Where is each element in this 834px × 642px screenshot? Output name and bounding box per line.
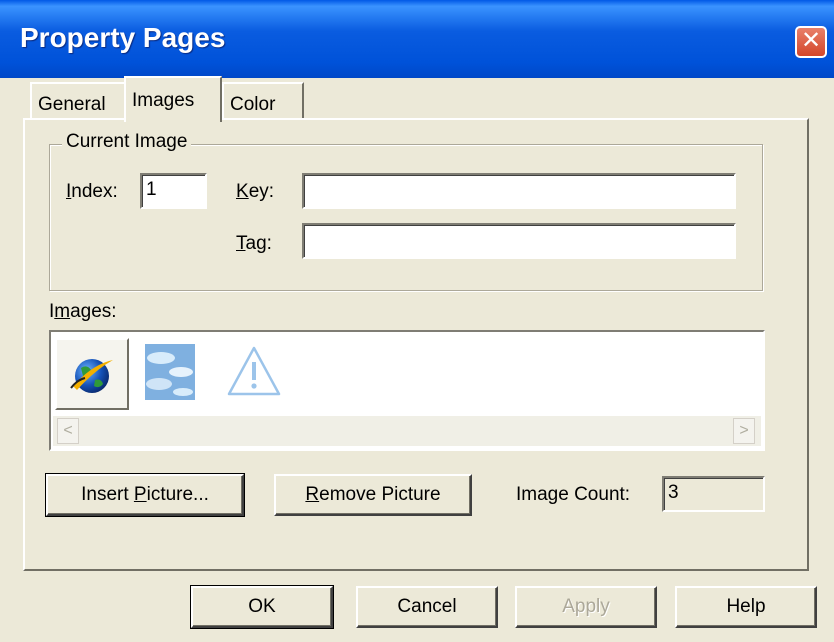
current-image-group [49, 144, 763, 291]
tab-color[interactable]: Color [222, 82, 304, 119]
image-item-clouds[interactable] [133, 338, 207, 410]
cancel-button[interactable]: Cancel [356, 586, 498, 628]
images-scrollbar[interactable]: < > [53, 416, 761, 446]
tab-images[interactable]: Images [124, 76, 222, 122]
key-field[interactable] [302, 173, 736, 209]
current-image-group-label: Current Image [62, 131, 192, 153]
image-item-warning[interactable] [221, 338, 295, 410]
warning-icon [227, 346, 281, 396]
tag-field[interactable] [302, 223, 736, 259]
window-title: Property Pages [20, 22, 226, 53]
index-label: Index: [66, 181, 118, 202]
images-list[interactable]: < > [49, 330, 765, 451]
clouds-icon [145, 344, 195, 400]
tab-general[interactable]: General [30, 82, 128, 119]
insert-picture-button[interactable]: Insert Picture... [45, 473, 245, 517]
image-count-field: 3 [662, 476, 765, 512]
scroll-right-button[interactable]: > [733, 418, 755, 444]
image-item-globe[interactable] [55, 338, 129, 410]
images-label: Images: [49, 301, 117, 322]
scroll-left-button[interactable]: < [57, 418, 79, 444]
globe-icon [70, 359, 113, 393]
close-button[interactable]: ✕ [795, 26, 827, 58]
key-label: Key: [236, 181, 275, 202]
tag-label: Tag: [236, 233, 272, 254]
image-count-label: Image Count: [516, 484, 631, 505]
ok-button[interactable]: OK [190, 585, 334, 629]
remove-picture-button[interactable]: Remove Picture [274, 474, 472, 516]
help-button[interactable]: Help [675, 586, 817, 628]
index-field[interactable]: 1 [140, 173, 207, 209]
apply-button[interactable]: Apply [515, 586, 657, 628]
